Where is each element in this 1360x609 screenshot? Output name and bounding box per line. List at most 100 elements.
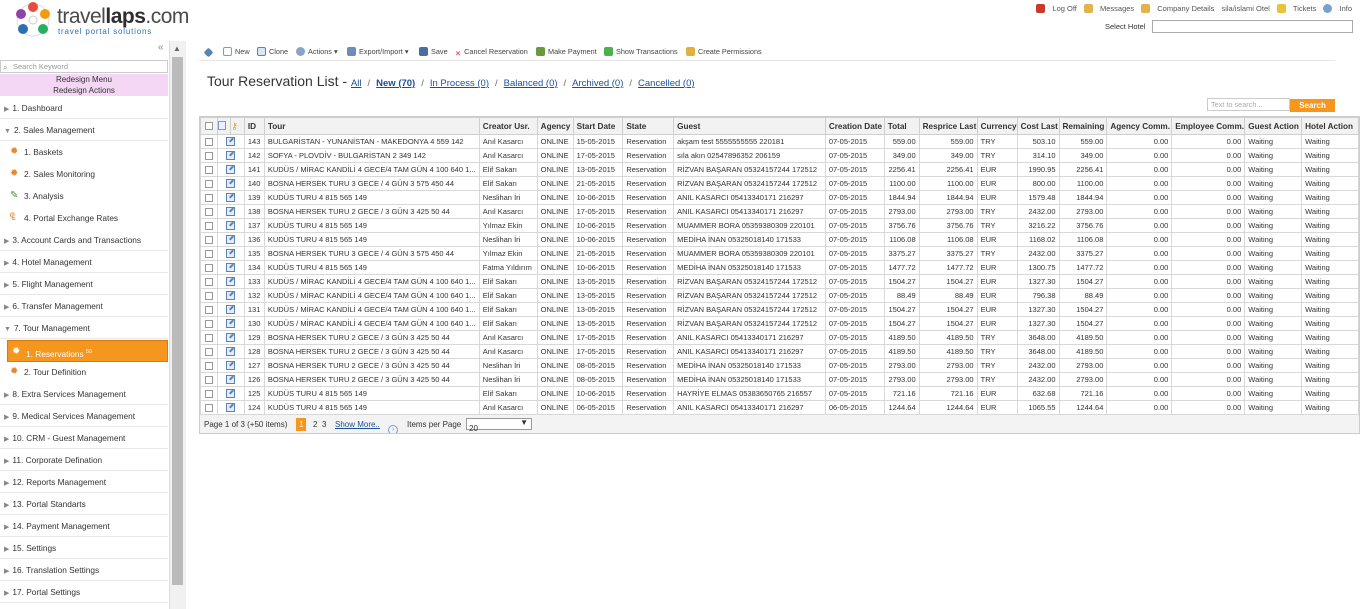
edit-cell[interactable] <box>216 190 245 205</box>
row-checkbox[interactable] <box>204 222 213 230</box>
row-checkbox[interactable] <box>204 292 213 300</box>
row-checkbox[interactable] <box>204 320 213 328</box>
row-checkbox-cell[interactable] <box>200 316 218 331</box>
sidebar-item-17[interactable]: ▶ 17. Portal Settings <box>0 581 168 603</box>
scrollbar-thumb[interactable] <box>172 57 183 585</box>
table-row[interactable]: 131 KUDÜS / MİRAC KANDİLİ 4 GECE/4 TAM GÜ… <box>200 302 1359 317</box>
edit-cell[interactable] <box>216 372 245 387</box>
row-checkbox[interactable] <box>204 194 213 202</box>
edit-icon[interactable] <box>226 361 236 371</box>
column-header-guest-action[interactable]: Guest Action <box>1244 117 1303 135</box>
table-row[interactable]: 139 KUDÜS TURU 4 815 565 149 Neslihan İri O… <box>200 190 1359 205</box>
column-header-creator-usr[interactable]: Creator Usr. <box>478 117 538 135</box>
row-checkbox-cell[interactable] <box>200 232 218 247</box>
show-more-link[interactable]: Show More.. <box>335 420 380 429</box>
sidebar-subitem-sales-2[interactable]: ✹ 2. Sales Monitoring <box>0 163 168 185</box>
log-off-link[interactable]: Log Off <box>1036 4 1077 13</box>
table-row[interactable]: 141 KUDÜS / MİRAC KANDİLİ 4 GECE/4 TAM GÜ… <box>200 162 1359 177</box>
edit-cell[interactable] <box>216 386 245 401</box>
sidebar-search-input[interactable]: ⌕ Search Keyword <box>0 60 168 73</box>
filter-cancelled[interactable]: Cancelled (0) <box>638 78 695 89</box>
column-header-cost-last[interactable]: Cost Last <box>1016 117 1060 135</box>
redesign-actions-link[interactable]: Redesign Actions <box>0 85 168 96</box>
column-header-resprice-last[interactable]: Resprice Last <box>918 117 978 135</box>
edit-icon[interactable] <box>226 403 236 413</box>
sidebar-item-1[interactable]: ▶ 1. Dashboard <box>0 97 168 119</box>
sidebar-item-15[interactable]: ▶ 15. Settings <box>0 537 168 559</box>
scroll-up-icon[interactable]: ▲ <box>173 44 181 53</box>
column-header-start-date[interactable]: Start Date <box>572 117 624 135</box>
clone-button[interactable]: Clone <box>257 47 288 56</box>
search-button[interactable]: Search <box>1290 99 1335 112</box>
column-header-creation-date[interactable]: Creation Date <box>824 117 885 135</box>
filter-new[interactable]: New (70) <box>376 78 415 89</box>
row-checkbox-cell[interactable] <box>200 218 218 233</box>
sidebar-subitem-sales-4[interactable]: ₠ 4. Portal Exchange Rates <box>0 207 168 229</box>
sidebar-item-7[interactable]: ▼ 7. Tour Management <box>0 317 168 339</box>
select-all-header[interactable] <box>200 117 218 135</box>
edit-cell[interactable] <box>216 176 245 191</box>
edit-icon[interactable] <box>226 277 236 287</box>
edit-icon[interactable] <box>226 347 236 357</box>
row-checkbox-cell[interactable] <box>200 358 218 373</box>
edit-cell[interactable] <box>216 232 245 247</box>
table-row[interactable]: 130 KUDÜS / MİRAC KANDİLİ 4 GECE/4 TAM GÜ… <box>200 316 1359 331</box>
table-row[interactable]: 126 BOSNA HERSEK TURU 2 GECE / 3 GÜN 3 42… <box>200 372 1359 387</box>
edit-icon[interactable] <box>226 235 236 245</box>
edit-cell[interactable] <box>216 148 245 163</box>
row-checkbox[interactable] <box>204 208 213 216</box>
sidebar-item-6[interactable]: ▶ 6. Transfer Management <box>0 295 168 317</box>
table-row[interactable]: 127 BOSNA HERSEK TURU 2 GECE / 3 GÜN 3 42… <box>200 358 1359 373</box>
edit-icon[interactable] <box>226 333 236 343</box>
edit-cell[interactable] <box>216 358 245 373</box>
page-1-button[interactable]: 1 <box>296 418 307 431</box>
table-row[interactable]: 132 KUDÜS / MİRAC KANDİLİ 4 GECE/4 TAM GÜ… <box>200 288 1359 303</box>
row-checkbox-cell[interactable] <box>200 176 218 191</box>
cancel-reservation-button[interactable]: ✕ Cancel Reservation <box>455 47 528 58</box>
row-checkbox[interactable] <box>204 376 213 384</box>
actions-button[interactable]: Actions ▾ <box>296 47 338 56</box>
edit-icon[interactable] <box>226 221 236 231</box>
select-hotel-input[interactable] <box>1152 20 1353 33</box>
table-row[interactable]: 143 BULGARİSTAN - YUNANİSTAN - MAKEDONYA … <box>200 134 1359 149</box>
sidebar-subitem-tour-1[interactable]: ✹ 1. Reservations 50 <box>7 340 168 362</box>
row-checkbox-cell[interactable] <box>200 302 218 317</box>
row-checkbox[interactable] <box>204 264 213 272</box>
row-checkbox-cell[interactable] <box>200 344 218 359</box>
create-permissions-button[interactable]: Create Permissions <box>686 47 762 56</box>
edit-cell[interactable] <box>216 204 245 219</box>
row-checkbox[interactable] <box>204 306 213 314</box>
table-row[interactable]: 125 KUDÜS TURU 4 815 565 149 Elif Sakarı ON… <box>200 386 1359 401</box>
edit-icon[interactable] <box>226 207 236 217</box>
sidebar-subitem-sales-3[interactable]: ✎ 3. Analysis <box>0 185 168 207</box>
row-checkbox[interactable] <box>204 180 213 188</box>
edit-icon[interactable] <box>226 151 236 161</box>
column-header-id[interactable]: ID <box>243 117 265 135</box>
filter-in-process[interactable]: In Process (0) <box>430 78 489 89</box>
edit-icon[interactable] <box>226 291 236 301</box>
filter-archived[interactable]: Archived (0) <box>572 78 623 89</box>
select-all-checkbox[interactable] <box>204 122 213 131</box>
company-details-link[interactable]: Company Details <box>1141 4 1214 13</box>
row-checkbox-cell[interactable] <box>200 274 218 289</box>
tickets-link[interactable]: Tickets <box>1276 4 1316 13</box>
edit-cell[interactable] <box>216 260 245 275</box>
filter-all[interactable]: All <box>351 78 362 89</box>
table-row[interactable]: 135 BOSNA HERSEK TURU 3 GECE / 4 GÜN 3 57… <box>200 246 1359 261</box>
new-button[interactable]: New <box>223 47 250 56</box>
row-checkbox-cell[interactable] <box>200 134 218 149</box>
info-link[interactable]: Info <box>1323 4 1352 13</box>
column-header-state[interactable]: State <box>622 117 675 135</box>
column-header-tour[interactable]: Tour <box>263 117 480 135</box>
edit-cell[interactable] <box>216 162 245 177</box>
row-checkbox-cell[interactable] <box>200 288 218 303</box>
column-header-agency-comm[interactable]: Agency Comm. <box>1106 117 1173 135</box>
sidebar-item-8[interactable]: ▶ 8. Extra Services Management <box>0 383 168 405</box>
row-checkbox-cell[interactable] <box>200 372 218 387</box>
table-row[interactable]: 138 BOSNA HERSEK TURU 2 GECE / 3 GÜN 3 42… <box>200 204 1359 219</box>
table-row[interactable]: 124 KUDÜS TURU 4 815 565 149 Anıl Kasarcı O… <box>200 400 1359 415</box>
edit-icon[interactable] <box>226 193 236 203</box>
table-row[interactable]: 137 KUDÜS TURU 4 815 565 149 Yılmaz Ekin ON… <box>200 218 1359 233</box>
sidebar-item-12[interactable]: ▶ 12. Reports Management <box>0 471 168 493</box>
row-checkbox-cell[interactable] <box>200 386 218 401</box>
